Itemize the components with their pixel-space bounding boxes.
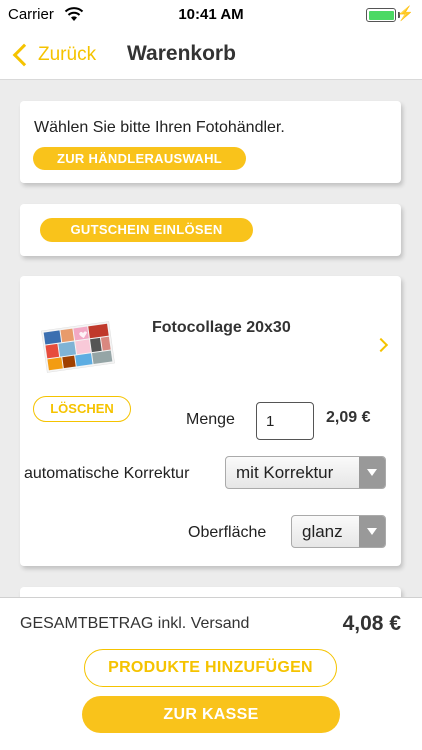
product-card: Fotocollage 20x30 LÖSCHEN Menge 2,09 € a…	[20, 276, 401, 566]
chevron-down-icon	[367, 469, 377, 476]
dealer-selection-button[interactable]: ZUR HÄNDLERAUSWAHL	[33, 147, 246, 170]
dropdown-arrow-box	[359, 516, 385, 547]
quantity-label: Menge	[186, 411, 235, 428]
surface-select[interactable]: glanz	[291, 515, 386, 548]
correction-select-value: mit Korrektur	[236, 463, 334, 482]
redeem-voucher-button[interactable]: GUTSCHEIN EINLÖSEN	[40, 218, 253, 242]
dropdown-arrow-box	[359, 457, 385, 488]
surface-label: Oberfläche	[188, 524, 267, 541]
chevron-right-icon[interactable]	[373, 337, 389, 353]
chevron-left-icon	[12, 43, 36, 67]
back-label: Zurück	[38, 44, 97, 65]
charging-bolt-icon: ⚡	[396, 5, 414, 21]
next-product-card	[20, 587, 401, 597]
voucher-card: GUTSCHEIN EINLÖSEN	[20, 204, 401, 256]
chevron-down-icon	[367, 528, 377, 535]
quantity-input[interactable]	[256, 402, 314, 440]
total-label: GESAMTBETRAG inkl. Versand	[20, 615, 250, 632]
cart-content[interactable]: Wählen Sie bitte Ihren Fotohändler. ZUR …	[0, 81, 422, 597]
product-title: Fotocollage 20x30	[152, 319, 291, 336]
dealer-prompt: Wählen Sie bitte Ihren Fotohändler.	[34, 119, 285, 136]
product-price: 2,09 €	[326, 409, 371, 426]
product-thumbnail[interactable]	[40, 318, 116, 376]
surface-select-value: glanz	[302, 522, 343, 541]
page-title: Warenkorb	[127, 42, 236, 65]
checkout-button[interactable]: ZUR KASSE	[82, 696, 340, 733]
delete-button[interactable]: LÖSCHEN	[33, 396, 131, 422]
correction-label: automatische Korrektur	[24, 465, 190, 482]
total-value: 4,08 €	[342, 612, 401, 635]
status-time: 10:41 AM	[178, 6, 244, 23]
add-products-button[interactable]: PRODUKTE HINZUFÜGEN	[84, 649, 337, 687]
nav-bar: Zurück Warenkorb	[0, 30, 422, 80]
correction-select[interactable]: mit Korrektur	[225, 456, 386, 489]
dealer-card: Wählen Sie bitte Ihren Fotohändler. ZUR …	[20, 101, 401, 183]
back-button[interactable]: Zurück	[8, 38, 96, 72]
status-bar: Carrier 10:41 AM ⚡	[0, 0, 422, 30]
battery-icon	[366, 8, 396, 22]
cart-footer: GESAMTBETRAG inkl. Versand 4,08 € PRODUK…	[0, 597, 422, 750]
